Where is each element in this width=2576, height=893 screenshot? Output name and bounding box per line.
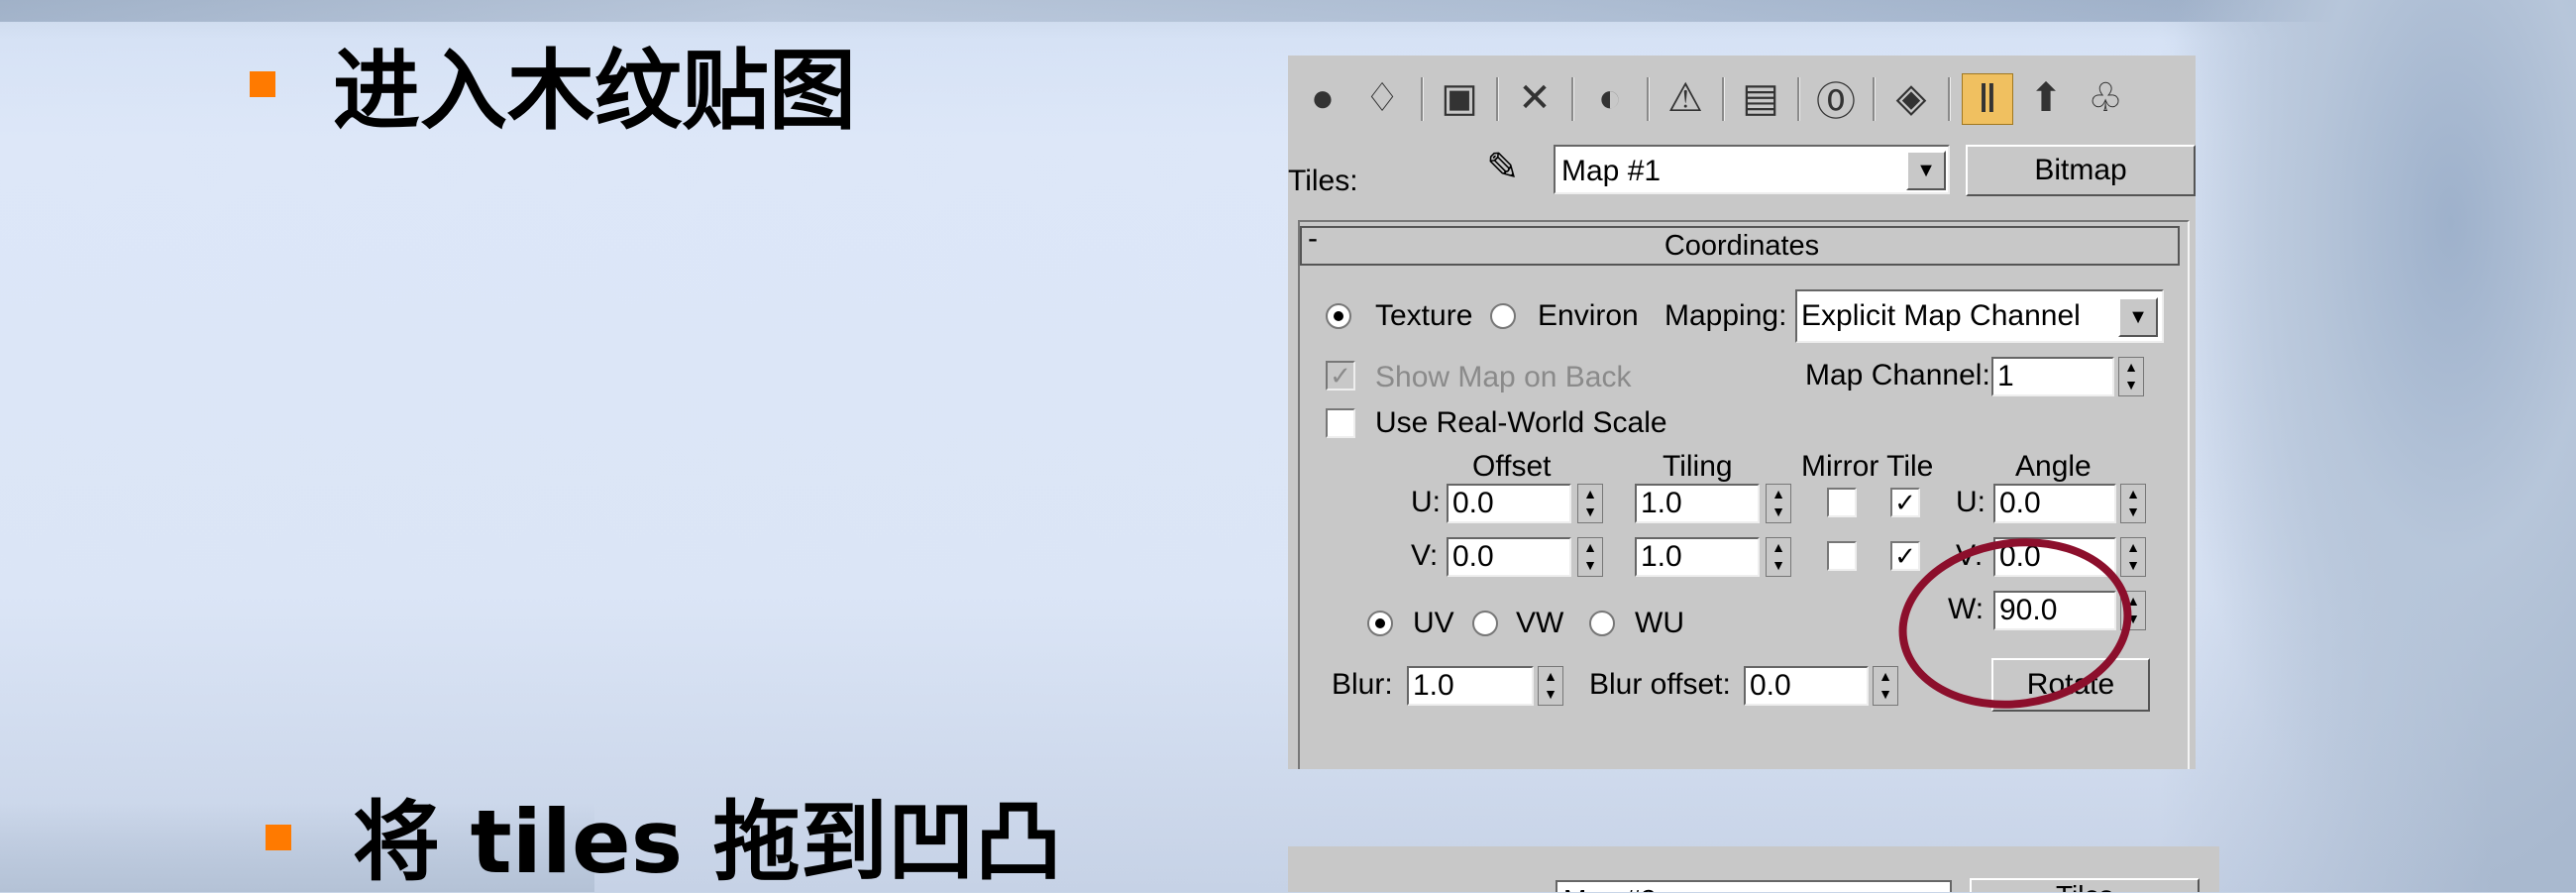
u-tiling-input[interactable]: 1.0 <box>1635 484 1760 523</box>
environ-label: Environ <box>1538 299 1639 332</box>
map-name-field-2[interactable]: Map #2 <box>1556 880 1952 892</box>
v-mirror-checkbox[interactable] <box>1827 541 1857 571</box>
map-slot-label: Tiles: <box>1288 165 1358 197</box>
wu-label: WU <box>1635 607 1684 639</box>
chevron-down-icon[interactable]: ▼ <box>1906 151 1946 190</box>
vw-radio[interactable] <box>1472 611 1498 636</box>
texture-radio[interactable] <box>1326 303 1351 329</box>
u-label: U: <box>1411 486 1441 518</box>
mapping-select[interactable]: Explicit Map Channel <box>1795 289 2164 343</box>
v-label: V: <box>1411 539 1439 572</box>
environ-radio[interactable] <box>1490 303 1516 329</box>
tiling-header: Tiling <box>1663 450 1733 483</box>
u-angle-input[interactable]: 0.0 <box>1993 484 2116 523</box>
slide-decoration-right <box>2160 0 2576 892</box>
reset-map-icon[interactable]: ✕ <box>1510 73 1559 123</box>
put-to-scene-icon[interactable]: ♢ <box>1357 73 1407 123</box>
show-map-on-back-label: Show Map on Back <box>1375 361 1632 393</box>
map-channel-input[interactable]: 1 <box>1991 357 2114 396</box>
texture-label: Texture <box>1375 299 1473 332</box>
toolbar-separator <box>1647 77 1650 121</box>
bullet-marker-1 <box>250 71 275 97</box>
blur-input[interactable]: 1.0 <box>1407 666 1534 706</box>
uv-radio[interactable] <box>1367 611 1393 636</box>
u-offset-input[interactable]: 0.0 <box>1447 484 1571 523</box>
map-name-field[interactable]: Map #1 <box>1554 145 1950 194</box>
v-tile-checkbox[interactable]: ✓ <box>1890 541 1920 571</box>
go-forward-icon[interactable]: ♧ <box>2081 73 2130 123</box>
offset-header: Offset <box>1472 450 1552 483</box>
toolbar-separator <box>1496 77 1499 121</box>
put-to-library-icon[interactable]: ⚠ <box>1661 73 1710 123</box>
bullet-marker-2 <box>266 825 291 850</box>
rollout-title: Coordinates <box>1664 230 1820 262</box>
vw-label: VW <box>1516 607 1564 639</box>
assign-material-icon[interactable]: ▣ <box>1435 73 1484 123</box>
make-unique-icon[interactable]: ◐ <box>1585 73 1635 123</box>
u-offset-spinner[interactable]: ▲ ▼ <box>1577 484 1603 523</box>
real-world-scale-label: Use Real-World Scale <box>1375 406 1667 439</box>
v-offset-spinner[interactable]: ▲ ▼ <box>1577 537 1603 577</box>
toolbar-separator <box>1948 77 1951 121</box>
uv-label: UV <box>1413 607 1454 639</box>
v-tiling-spinner[interactable]: ▲ ▼ <box>1766 537 1791 577</box>
bullet-text-2: 将 tiles 拖到凹凸 <box>353 791 1062 893</box>
u-angle-spinner[interactable]: ▲ ▼ <box>2120 484 2146 523</box>
toolbar-separator <box>1722 77 1725 121</box>
go-to-parent-icon[interactable]: ⬆ <box>2021 73 2071 123</box>
toolbar-separator <box>1797 77 1800 121</box>
eyedropper-icon[interactable]: ✎ <box>1486 145 1520 190</box>
show-end-result-icon[interactable]: ◈ <box>1886 73 1936 123</box>
blur-spinner[interactable]: ▲ ▼ <box>1538 666 1563 706</box>
blur-offset-input[interactable]: 0.0 <box>1744 666 1869 706</box>
toolbar-separator <box>1873 77 1876 121</box>
show-map-icon[interactable]: ⓪ <box>1811 73 1861 124</box>
u-tile-checkbox[interactable]: ✓ <box>1890 488 1920 517</box>
bullet-text-1: 进入木纹贴图 <box>333 40 857 142</box>
u-mirror-checkbox[interactable] <box>1827 488 1857 517</box>
map-type-button[interactable]: Bitmap <box>1966 145 2196 196</box>
blur-offset-spinner[interactable]: ▲ ▼ <box>1873 666 1898 706</box>
show-map-on-back-checkbox[interactable]: ✓ <box>1326 361 1355 391</box>
get-material-icon[interactable]: ● <box>1298 73 1347 123</box>
mapping-label: Mapping: <box>1664 299 1787 332</box>
u-angle-label: U: <box>1956 486 1986 518</box>
v-offset-input[interactable]: 0.0 <box>1447 537 1571 577</box>
material-toolbar: ● ♢ ▣ ✕ ◐ ⚠ ▤ ⓪ ◈ Ⅱ ⬆ ♧ <box>1288 56 2196 145</box>
show-end-result-toggle-icon[interactable]: Ⅱ <box>1962 73 2013 125</box>
wu-radio[interactable] <box>1589 611 1615 636</box>
material-editor-panel-2: Map #2 Tiles <box>1288 846 2219 892</box>
chevron-down-icon[interactable]: ▼ <box>2118 297 2158 337</box>
material-id-icon[interactable]: ▤ <box>1736 73 1785 123</box>
toolbar-separator <box>1571 77 1574 121</box>
real-world-scale-checkbox[interactable] <box>1326 408 1355 438</box>
blur-offset-label: Blur offset: <box>1589 668 1731 701</box>
angle-header: Angle <box>2015 450 2092 483</box>
mirror-tile-header: Mirror Tile <box>1801 450 1934 483</box>
v-angle-spinner[interactable]: ▲ ▼ <box>2120 537 2146 577</box>
blur-label: Blur: <box>1332 668 1393 701</box>
map-channel-spinner[interactable]: ▲ ▼ <box>2118 357 2144 396</box>
map-type-button-2[interactable]: Tiles <box>1970 878 2200 892</box>
u-tiling-spinner[interactable]: ▲ ▼ <box>1766 484 1791 523</box>
map-channel-label: Map Channel: <box>1805 359 1990 391</box>
v-tiling-input[interactable]: 1.0 <box>1635 537 1760 577</box>
toolbar-separator <box>1421 77 1424 121</box>
